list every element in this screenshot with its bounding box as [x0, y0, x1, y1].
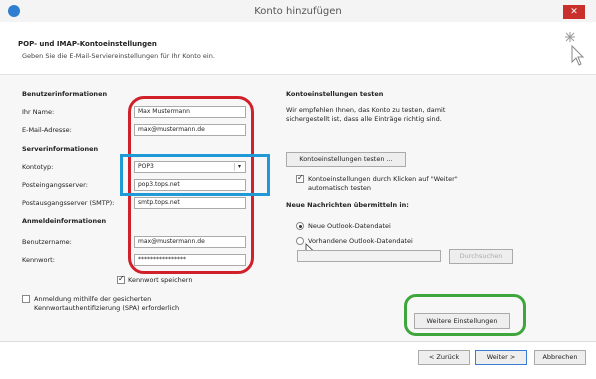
- header-subtitle: Geben Sie die E-Mail-Serviereinstellunge…: [22, 52, 215, 60]
- test-settings-button[interactable]: Kontoeinstellungen testen ...: [286, 152, 406, 167]
- spa-checkbox[interactable]: [22, 295, 30, 303]
- window-title: Konto hinzufügen: [254, 6, 342, 17]
- dialog-window: Konto hinzufügen ✕ POP- und IMAP-Kontoei…: [0, 0, 596, 379]
- outgoing-server-label: Postausgangsserver (SMTP):: [22, 199, 115, 207]
- test-text-line2: sichergestellt ist, dass alle Einträge r…: [286, 115, 442, 123]
- dialog-header: [0, 22, 596, 75]
- header-title: POP- und IMAP-Kontoeinstellungen: [18, 40, 157, 48]
- remember-password-label: Kennwort speichern: [128, 276, 193, 284]
- test-text-line1: Wir empfehlen Ihnen, das Konto zu testen…: [286, 106, 446, 114]
- new-data-file-radio[interactable]: [296, 222, 304, 230]
- test-settings-heading: Kontoeinstellungen testen: [286, 90, 384, 98]
- account-type-label: Kontotyp:: [22, 163, 54, 171]
- close-button[interactable]: ✕: [563, 5, 585, 19]
- auto-test-label-line1: Kontoeinstellungen durch Klicken auf "We…: [308, 175, 458, 183]
- delivery-heading: Neue Nachrichten übermitteln in:: [286, 201, 409, 209]
- password-label: Kennwort:: [22, 256, 55, 264]
- spa-label-line2: Kennwortauthentifizierung (SPA) erforder…: [34, 304, 180, 312]
- cancel-button[interactable]: Abbrechen: [534, 350, 586, 365]
- existing-data-file-label: Vorhandene Outlook-Datendatei: [308, 237, 413, 245]
- user-info-heading: Benutzerinformationen: [22, 90, 108, 98]
- title-bar: Konto hinzufügen ✕: [0, 0, 596, 23]
- blue-highlight-box: [120, 154, 270, 196]
- data-file-path-field[interactable]: [297, 250, 441, 262]
- new-data-file-label: Neue Outlook-Datendatei: [308, 222, 391, 230]
- existing-data-file-radio[interactable]: [296, 237, 304, 245]
- wizard-cursor-icon: [565, 32, 585, 66]
- name-label: Ihr Name:: [22, 108, 55, 116]
- remember-password-checkbox[interactable]: [117, 274, 125, 284]
- browse-button[interactable]: Durchsuchen: [449, 249, 513, 264]
- spa-label-line1: Anmeldung mithilfe der gesicherten: [34, 295, 152, 303]
- next-button[interactable]: Weiter >: [475, 350, 527, 365]
- back-button[interactable]: < Zurück: [418, 350, 470, 365]
- server-info-heading: Serverinformationen: [22, 145, 99, 153]
- auto-test-checkbox[interactable]: [296, 173, 304, 183]
- email-label: E-Mail-Adresse:: [22, 126, 72, 134]
- auto-test-label-line2: automatisch testen: [308, 184, 372, 192]
- login-info-heading: Anmeldeinformationen: [22, 217, 107, 225]
- incoming-server-label: Posteingangsserver:: [22, 181, 88, 189]
- green-highlight-box: [404, 294, 526, 336]
- username-label: Benutzername:: [22, 238, 72, 246]
